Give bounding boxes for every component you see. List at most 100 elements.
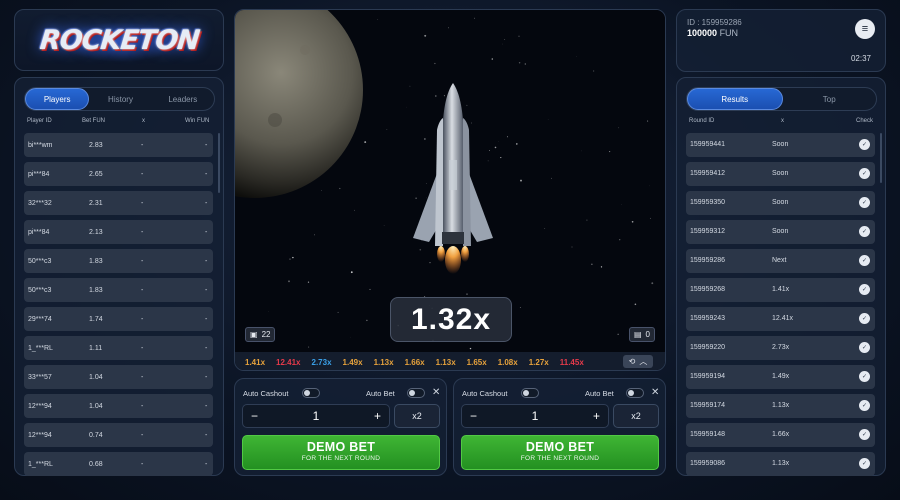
result-row[interactable]: 159959220 2.73x ✓ [686, 336, 875, 360]
result-row[interactable]: 159959441 Soon ✓ [686, 133, 875, 157]
shield-check-icon[interactable]: ✓ [859, 139, 870, 150]
star [369, 288, 371, 290]
result-row[interactable]: 159959286 Next ✓ [686, 249, 875, 273]
players-scrollbar[interactable] [218, 133, 220, 193]
player-x: - [141, 199, 144, 207]
auto-cashout-label: Auto Cashout [462, 389, 508, 398]
double-button[interactable]: x2 [394, 404, 440, 428]
round-x: 1.13x [772, 460, 790, 467]
star [609, 151, 611, 153]
star [470, 122, 472, 124]
auto-bet-toggle[interactable] [626, 388, 644, 398]
star [447, 27, 449, 29]
auto-bet-label: Auto Bet [585, 389, 614, 398]
player-row: 1_***RL 1.11 - - [24, 336, 213, 360]
stake-input[interactable]: 1 [313, 409, 320, 423]
round-x: Soon [772, 141, 789, 148]
stake-input[interactable]: 1 [532, 409, 539, 423]
result-row[interactable]: 159959243 12.41x ✓ [686, 307, 875, 331]
player-row: 33***57 1.04 - - [24, 365, 213, 389]
history-value: 1.08x [497, 357, 518, 367]
player-id: 33***57 [28, 373, 52, 381]
player-bet: 2.83 [89, 141, 103, 149]
auto-cashout-toggle[interactable] [302, 388, 320, 398]
tab-players[interactable]: Players [25, 88, 90, 110]
shield-check-icon[interactable]: ✓ [859, 284, 870, 295]
star [491, 58, 494, 60]
result-row[interactable]: 159959174 1.13x ✓ [686, 394, 875, 418]
star [506, 136, 508, 138]
shield-check-icon[interactable]: ✓ [859, 429, 870, 440]
star [518, 61, 521, 64]
shield-check-icon[interactable]: ✓ [859, 400, 870, 411]
result-row[interactable]: 159959312 Soon ✓ [686, 220, 875, 244]
result-row[interactable]: 159959194 1.49x ✓ [686, 365, 875, 389]
round-id: 159959350 [690, 199, 726, 206]
star [621, 204, 622, 205]
result-row[interactable]: 159959350 Soon ✓ [686, 191, 875, 215]
results-scrollbar[interactable] [880, 133, 882, 183]
result-row[interactable]: 159959268 1.41x ✓ [686, 278, 875, 302]
tab-top[interactable]: Top [783, 88, 877, 110]
double-button[interactable]: x2 [613, 404, 659, 428]
star [498, 141, 499, 142]
player-x: - [141, 170, 144, 178]
minus-button[interactable]: − [251, 409, 258, 423]
star [386, 129, 388, 130]
minus-button[interactable]: − [470, 409, 477, 423]
auto-bet-toggle[interactable] [407, 388, 425, 398]
history-value: 1.27x [528, 357, 549, 367]
result-row[interactable]: 159959412 Soon ✓ [686, 162, 875, 186]
demo-bet-button[interactable]: DEMO BET FOR THE NEXT ROUND [242, 435, 440, 470]
player-row: pi***84 2.65 - - [24, 162, 213, 186]
demo-bet-button[interactable]: DEMO BET FOR THE NEXT ROUND [461, 435, 659, 470]
star [443, 95, 445, 97]
player-x: - [141, 402, 144, 410]
result-row[interactable]: 159959148 1.66x ✓ [686, 423, 875, 447]
shield-check-icon[interactable]: ✓ [859, 255, 870, 266]
shield-check-icon[interactable]: ✓ [859, 197, 870, 208]
star [354, 209, 355, 211]
round-x: Soon [772, 170, 789, 177]
player-win: - [205, 141, 208, 149]
star [466, 104, 468, 106]
round-x: Soon [772, 228, 789, 235]
menu-icon[interactable]: ≡ [855, 19, 875, 39]
shield-check-icon[interactable]: ✓ [859, 313, 870, 324]
shield-check-icon[interactable]: ✓ [859, 168, 870, 179]
shield-check-icon[interactable]: ✓ [859, 342, 870, 353]
star [504, 38, 506, 41]
balance: 100000 FUN [687, 28, 738, 38]
tab-history[interactable]: History [89, 88, 151, 110]
player-row: 29***74 1.74 - - [24, 307, 213, 331]
close-icon[interactable]: ✕ [432, 387, 440, 398]
star [474, 17, 476, 19]
game-area: ▣ 22 ▤ 0 1.32x 1.41x 12.41x 2.73x 1.49x 1.13… [234, 9, 666, 371]
player-win: - [205, 315, 208, 323]
star [651, 282, 654, 285]
star [434, 95, 437, 97]
player-bet: 2.31 [89, 199, 103, 207]
tab-leaders[interactable]: Leaders [152, 88, 214, 110]
plus-button[interactable]: + [593, 409, 600, 423]
tab-results[interactable]: Results [687, 88, 783, 110]
auto-cashout-toggle[interactable] [521, 388, 539, 398]
shield-check-icon[interactable]: ✓ [859, 371, 870, 382]
star [500, 157, 502, 159]
stake-stepper: − 1 + [461, 404, 609, 428]
auto-bet-label: Auto Bet [366, 389, 395, 398]
star [288, 280, 290, 283]
history-toggle-button[interactable]: ⟲ ︿ [623, 355, 653, 368]
player-row: 50***c3 1.83 - - [24, 249, 213, 273]
shield-check-icon[interactable]: ✓ [859, 458, 870, 469]
player-bet: 1.11 [89, 344, 103, 352]
close-icon[interactable]: ✕ [651, 387, 659, 398]
star [619, 239, 621, 241]
shield-check-icon[interactable]: ✓ [859, 226, 870, 237]
star [494, 146, 497, 149]
star [487, 160, 489, 162]
result-row[interactable]: 159959086 1.13x ✓ [686, 452, 875, 476]
col-x: x [142, 118, 145, 124]
plus-button[interactable]: + [374, 409, 381, 423]
col-check: Check [856, 118, 874, 124]
